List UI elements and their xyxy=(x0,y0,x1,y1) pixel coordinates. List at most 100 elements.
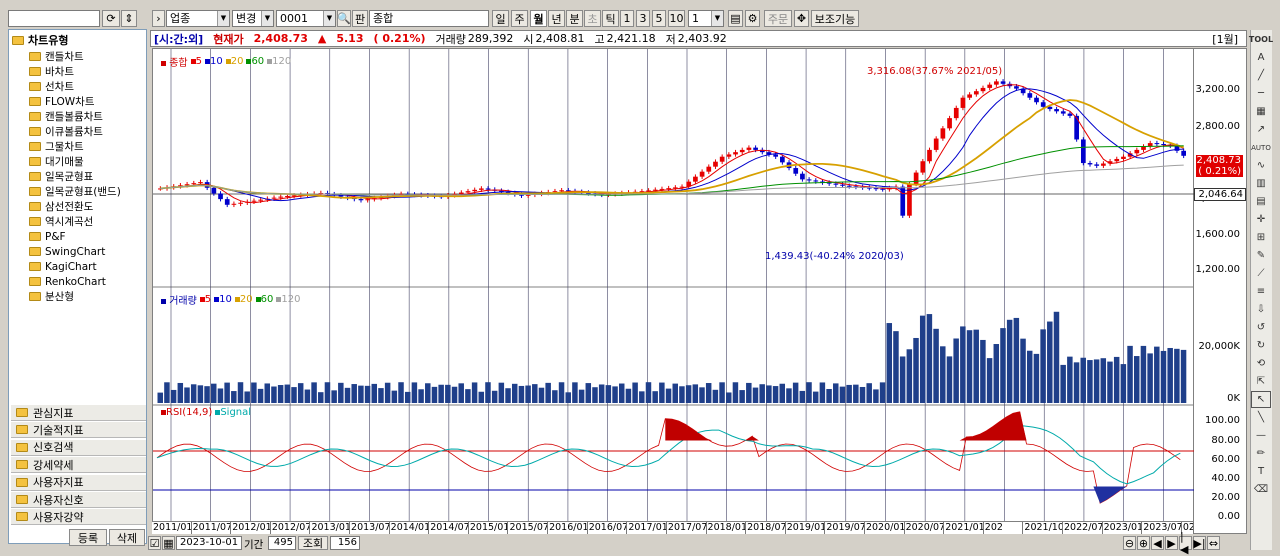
chart-icon[interactable]: ▤ xyxy=(1251,193,1271,210)
indicator-category[interactable]: 강세약세 xyxy=(11,456,146,474)
gear-icon[interactable]: ⚙ xyxy=(745,10,760,27)
volume-bar xyxy=(578,389,585,403)
chart-type-item[interactable]: SwingChart xyxy=(29,244,105,259)
bars-icon[interactable]: ▥ xyxy=(1251,175,1271,192)
spin-icon[interactable]: ⇕ xyxy=(121,10,137,27)
wave-icon[interactable]: ∿ xyxy=(1251,157,1271,174)
period-second[interactable]: 초 xyxy=(584,10,601,27)
fib-icon[interactable]: ≡ xyxy=(1251,283,1271,300)
num-3[interactable]: 3 xyxy=(636,10,650,27)
zoom-icon[interactable]: ⊞ xyxy=(1251,229,1271,246)
query-button[interactable]: 조회 xyxy=(298,536,328,550)
chart-type-item[interactable]: RenkoChart xyxy=(29,274,106,289)
chart-type-item[interactable]: 대기매물 xyxy=(29,154,84,169)
chart-type-item[interactable]: 그물차트 xyxy=(29,139,84,154)
tool-icon[interactable]: TOOL xyxy=(1249,31,1273,48)
prev-icon[interactable]: ◀ xyxy=(1151,536,1164,550)
pen-icon[interactable]: ✎ xyxy=(1251,247,1271,264)
indicator-category[interactable]: 사용자지표 xyxy=(11,473,146,491)
chart-canvas[interactable] xyxy=(153,49,1195,522)
num-1[interactable]: 1 xyxy=(620,10,634,27)
flat-icon[interactable]: — xyxy=(1251,427,1271,444)
line-icon[interactable]: ╱ xyxy=(1251,67,1271,84)
trend-icon[interactable]: ↗ xyxy=(1251,121,1271,138)
last-icon[interactable]: ▶| xyxy=(1193,536,1206,550)
period-year[interactable]: 년 xyxy=(548,10,565,27)
diagonal-icon[interactable]: ╲ xyxy=(1251,409,1271,426)
rotate-left-icon[interactable]: ↺ xyxy=(1251,319,1271,336)
chevron-icon[interactable]: › xyxy=(152,10,165,27)
chart-type-item[interactable]: 선차트 xyxy=(29,79,74,94)
expand-icon[interactable]: ⇱ xyxy=(1251,373,1271,390)
chart-type-item[interactable]: FLOW차트 xyxy=(29,94,94,109)
period-input[interactable]: 495 xyxy=(268,536,296,550)
zoom-in-icon[interactable]: ⊕ xyxy=(1137,536,1150,550)
count-select[interactable]: 1 ▼ xyxy=(688,10,724,27)
candle xyxy=(1161,143,1166,145)
line2-icon[interactable]: ⟋ xyxy=(1251,265,1271,282)
period-minute[interactable]: 분 xyxy=(566,10,583,27)
chart-type-item[interactable]: P&F xyxy=(29,229,66,244)
chart-type-item[interactable]: 삼선전환도 xyxy=(29,199,93,214)
chart-type-item[interactable]: 역시계곡선 xyxy=(29,214,93,229)
code-input[interactable]: 0001 ▼ xyxy=(276,10,336,27)
num-10[interactable]: 10 xyxy=(668,10,685,27)
pan-button[interactable]: 판 xyxy=(352,10,368,27)
chart-area[interactable]: 종합 5 10 20 60 120 거래량 5 10 20 60 120 RSI(14,9) Sign… xyxy=(152,48,1195,534)
delete-button[interactable]: 삭제 xyxy=(109,529,145,546)
indicator-category[interactable]: 사용자신호 xyxy=(11,491,146,508)
date-field[interactable]: 2023-10-01 xyxy=(176,536,242,550)
chart-type-item[interactable]: KagiChart xyxy=(29,259,97,274)
change-select[interactable]: 변경 ▼ xyxy=(232,10,274,27)
period-month[interactable]: 월 xyxy=(530,10,547,27)
search-icon[interactable]: 🔍 xyxy=(337,10,351,27)
indicator-category[interactable]: 신호검색 xyxy=(11,438,146,456)
fit-icon[interactable]: ⇔ xyxy=(1207,536,1220,550)
save-icon[interactable]: ▤ xyxy=(728,10,743,27)
period-day[interactable]: 일 xyxy=(492,10,509,27)
chart-type-item[interactable]: 캔들차트 xyxy=(29,49,84,64)
legend-item: 10 xyxy=(214,294,232,305)
folder-icon xyxy=(16,495,28,504)
chart-type-item[interactable]: 일목균형표(밴드) xyxy=(29,184,121,199)
tree-root[interactable]: 차트유형 xyxy=(12,32,68,48)
chart-type-item[interactable]: 일목균형표 xyxy=(29,169,93,184)
auto-icon[interactable]: AUTO xyxy=(1251,139,1271,156)
chart-type-item[interactable]: 바차트 xyxy=(29,64,74,79)
next-icon[interactable]: ▶ xyxy=(1165,536,1178,550)
period-week[interactable]: 주 xyxy=(511,10,528,27)
rotate-right-icon[interactable]: ↻ xyxy=(1251,337,1271,354)
hline-icon[interactable]: ─ xyxy=(1251,85,1271,102)
eraser-icon[interactable]: ⌫ xyxy=(1251,481,1271,498)
indicator-category[interactable]: 관심지표 xyxy=(11,404,146,421)
num-5[interactable]: 5 xyxy=(652,10,666,27)
text-tool-icon[interactable]: T xyxy=(1251,463,1271,480)
period-tick[interactable]: 틱 xyxy=(602,10,619,27)
register-button[interactable]: 등록 xyxy=(69,529,107,546)
download-icon[interactable]: ⇩ xyxy=(1251,301,1271,318)
indicator-category[interactable]: 기술적지표 xyxy=(11,421,146,439)
volume-bar xyxy=(190,384,197,403)
refresh-icon[interactable]: ⟳ xyxy=(102,10,120,27)
chart-type-item[interactable]: 이큐볼륨차트 xyxy=(29,124,103,139)
first-icon[interactable]: |◀ xyxy=(1179,530,1192,556)
cursor-icon[interactable]: ↖ xyxy=(1251,391,1271,408)
order-button[interactable]: 주문 xyxy=(764,10,792,27)
undo-icon[interactable]: ⟲ xyxy=(1251,355,1271,372)
chart-type-item[interactable]: 캔들볼륨차트 xyxy=(29,109,103,124)
aux-function-button[interactable]: 보조기능 xyxy=(811,10,859,27)
indicator-category[interactable]: 사용자강약 xyxy=(11,508,146,526)
pencil-icon[interactable]: ✏ xyxy=(1251,445,1271,462)
cross-icon[interactable]: ✛ xyxy=(1251,211,1271,228)
move-icon[interactable]: ✥ xyxy=(794,10,809,27)
calendar-icon[interactable]: ▦ xyxy=(162,536,175,550)
chart-type-item[interactable]: 분산형 xyxy=(29,289,74,304)
grid-icon[interactable]: ▦ xyxy=(1251,103,1271,120)
text-icon[interactable]: A xyxy=(1251,49,1271,66)
count-input[interactable]: 156 xyxy=(330,536,360,550)
checkbox-icon[interactable]: ☑ xyxy=(148,536,161,550)
market-select[interactable]: 업종 ▼ xyxy=(166,10,230,27)
search-box[interactable] xyxy=(8,10,100,27)
volume-bar xyxy=(592,387,598,403)
zoom-out-icon[interactable]: ⊖ xyxy=(1123,536,1136,550)
